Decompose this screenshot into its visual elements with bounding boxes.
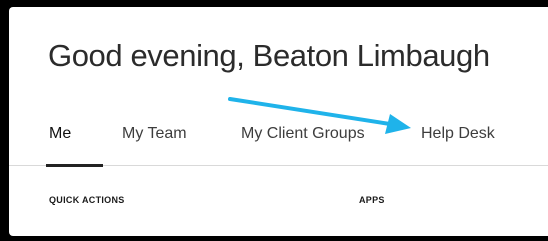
tab-me[interactable]: Me xyxy=(49,125,71,143)
apps-heading: APPS xyxy=(359,195,385,205)
active-tab-indicator xyxy=(46,164,103,167)
quick-actions-heading: QUICK ACTIONS xyxy=(49,195,125,205)
tab-bar: Me My Team My Client Groups Help Desk xyxy=(9,125,548,167)
greeting-heading: Good evening, Beaton Limbaugh xyxy=(48,38,490,73)
tab-help-desk[interactable]: Help Desk xyxy=(421,125,495,143)
app-panel: Good evening, Beaton Limbaugh Me My Team… xyxy=(9,7,548,236)
tab-my-team[interactable]: My Team xyxy=(122,125,187,143)
tab-my-client-groups[interactable]: My Client Groups xyxy=(241,125,365,143)
